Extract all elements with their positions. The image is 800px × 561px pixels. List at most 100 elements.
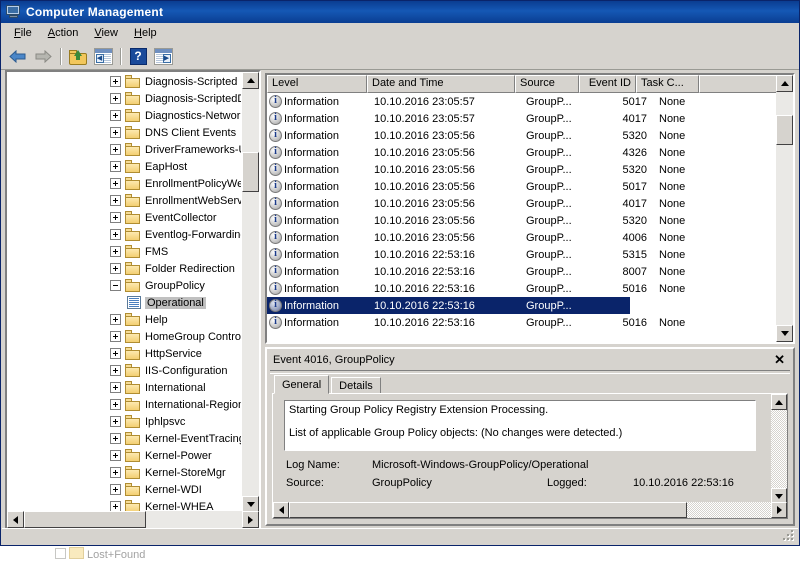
expander-plus-icon[interactable]	[110, 382, 121, 393]
tree-item-enrollmentpolicyweb[interactable]: EnrollmentPolicyWeb	[7, 175, 241, 192]
tree-item-enrollmentwebservic[interactable]: EnrollmentWebServic	[7, 192, 241, 209]
tree-horizontal-scrollbar[interactable]	[7, 511, 259, 528]
tree-scroll-thumb[interactable]	[242, 152, 259, 192]
menu-item-view[interactable]: View	[86, 25, 126, 41]
expander-plus-icon[interactable]	[110, 416, 121, 427]
expander-plus-icon[interactable]	[110, 93, 121, 104]
tree-item-help[interactable]: Help	[7, 311, 241, 328]
console-tree-pane[interactable]: Diagnosis-Scripted Diagnosis-ScriptedDi …	[5, 70, 261, 530]
tree-item-iis-configuration[interactable]: IIS-Configuration	[7, 362, 241, 379]
tree-item-eventlog-forwarding[interactable]: Eventlog-Forwarding	[7, 226, 241, 243]
tree-item-diagnostics-network[interactable]: Diagnostics-Network	[7, 107, 241, 124]
back-button[interactable]	[6, 46, 30, 68]
tree-scroll-track[interactable]	[242, 89, 259, 496]
tree-item-eventcollector[interactable]: EventCollector	[7, 209, 241, 226]
detail-horizontal-scrollbar[interactable]	[273, 502, 787, 518]
table-row[interactable]: Information 10.10.2016 23:05:56 GroupP..…	[267, 229, 778, 246]
help-button[interactable]: ?	[126, 46, 150, 68]
table-row[interactable]: Information 10.10.2016 22:53:16 GroupP..…	[267, 246, 778, 263]
table-row[interactable]: Information 10.10.2016 23:05:57 GroupP..…	[267, 110, 778, 127]
tree-item-international-region[interactable]: International-Region	[7, 396, 241, 413]
tree-scroll-left-button[interactable]	[7, 511, 24, 528]
detail-hscroll-thumb[interactable]	[289, 502, 687, 518]
expander-plus-icon[interactable]	[110, 161, 121, 172]
table-row[interactable]: Information 10.10.2016 22:53:16 GroupP..…	[267, 280, 778, 297]
detail-scroll-track[interactable]	[771, 410, 787, 488]
event-list[interactable]: Level Date and Time Source Event ID Task…	[265, 73, 795, 344]
detail-vertical-scrollbar[interactable]	[771, 394, 787, 504]
table-row[interactable]: Information 10.10.2016 23:05:56 GroupP..…	[267, 127, 778, 144]
close-icon[interactable]: ✕	[772, 354, 787, 366]
detail-scroll-up-button[interactable]	[771, 394, 787, 410]
tree-item-homegroup-control-i[interactable]: HomeGroup Control I	[7, 328, 241, 345]
column-header-level[interactable]: Level	[267, 75, 367, 93]
tree-item-kernel-wdi[interactable]: Kernel-WDI	[7, 481, 241, 498]
tree-hscroll-thumb[interactable]	[24, 511, 146, 528]
expander-plus-icon[interactable]	[110, 433, 121, 444]
expander-plus-icon[interactable]	[110, 110, 121, 121]
forward-button[interactable]	[31, 46, 55, 68]
expander-plus-icon[interactable]	[110, 195, 121, 206]
tree-item-iphlpsvc[interactable]: Iphlpsvc	[7, 413, 241, 430]
event-message-box[interactable]: Starting Group Policy Registry Extension…	[284, 400, 756, 451]
column-header-event-id[interactable]: Event ID	[579, 75, 636, 93]
event-list-vertical-scrollbar[interactable]	[776, 75, 793, 342]
expander-plus-icon[interactable]	[110, 331, 121, 342]
table-row[interactable]: Information 10.10.2016 23:05:56 GroupP..…	[267, 212, 778, 229]
show-hide-console-tree-button[interactable]: ◀	[91, 46, 115, 68]
resize-grip-icon[interactable]	[782, 530, 796, 543]
up-one-level-button[interactable]	[66, 46, 90, 68]
table-row[interactable]: Information 10.10.2016 23:05:56 GroupP..…	[267, 195, 778, 212]
expander-plus-icon[interactable]	[110, 263, 121, 274]
expander-plus-icon[interactable]	[110, 246, 121, 257]
tree-item-kernel-power[interactable]: Kernel-Power	[7, 447, 241, 464]
expander-plus-icon[interactable]	[110, 212, 121, 223]
expander-plus-icon[interactable]	[110, 229, 121, 240]
menu-item-action[interactable]: Action	[40, 25, 87, 41]
tree-item-driverframeworks-u[interactable]: DriverFrameworks-U	[7, 141, 241, 158]
expander-plus-icon[interactable]	[110, 144, 121, 155]
menu-item-help[interactable]: Help	[126, 25, 165, 41]
table-row[interactable]: Information 10.10.2016 23:05:57 GroupP..…	[267, 93, 778, 110]
expander-plus-icon[interactable]	[110, 467, 121, 478]
tab-general[interactable]: General	[274, 375, 329, 394]
tree-item-dns-client-events[interactable]: DNS Client Events	[7, 124, 241, 141]
tree-item-operational[interactable]: Operational	[7, 294, 241, 311]
event-scroll-down-button[interactable]	[776, 325, 793, 342]
expander-plus-icon[interactable]	[110, 399, 121, 410]
menu-item-file[interactable]: File	[6, 25, 40, 41]
event-scroll-up-button[interactable]	[776, 75, 793, 92]
column-header-task-category[interactable]: Task C...	[636, 75, 699, 93]
expander-plus-icon[interactable]	[110, 76, 121, 87]
tree-item-grouppolicy[interactable]: GroupPolicy	[7, 277, 241, 294]
column-header-filler[interactable]	[699, 75, 778, 93]
column-header-date-and-time[interactable]: Date and Time	[367, 75, 515, 93]
table-row[interactable]: Information 10.10.2016 23:05:56 GroupP..…	[267, 178, 778, 195]
table-row[interactable]: Information 10.10.2016 23:05:56 GroupP..…	[267, 144, 778, 161]
tree-item-fms[interactable]: FMS	[7, 243, 241, 260]
expander-plus-icon[interactable]	[110, 314, 121, 325]
expander-plus-icon[interactable]	[110, 348, 121, 359]
expander-plus-icon[interactable]	[110, 450, 121, 461]
tree-item-folder-redirection[interactable]: Folder Redirection	[7, 260, 241, 277]
tree-item-diagnosis-scripteddi[interactable]: Diagnosis-ScriptedDi	[7, 90, 241, 107]
title-bar[interactable]: Computer Management	[1, 1, 799, 23]
tab-details[interactable]: Details	[331, 377, 381, 394]
tree-item-kernel-eventtracing[interactable]: Kernel-EventTracing	[7, 430, 241, 447]
tree-item-eaphost[interactable]: EapHost	[7, 158, 241, 175]
expander-plus-icon[interactable]	[110, 484, 121, 495]
event-scroll-thumb[interactable]	[776, 115, 793, 145]
tree-item-kernel-storemgr[interactable]: Kernel-StoreMgr	[7, 464, 241, 481]
table-row-selected[interactable]: Information 10.10.2016 22:53:16 GroupP..…	[267, 297, 630, 314]
table-row[interactable]: Information 10.10.2016 22:53:16 GroupP..…	[267, 314, 778, 329]
properties-button[interactable]: ▶	[151, 46, 175, 68]
tree-vertical-scrollbar[interactable]	[242, 72, 259, 513]
expander-plus-icon[interactable]	[110, 365, 121, 376]
tree-item-httpservice[interactable]: HttpService	[7, 345, 241, 362]
expander-minus-icon[interactable]	[110, 280, 121, 291]
tree-item-international[interactable]: International	[7, 379, 241, 396]
detail-scroll-right-button[interactable]	[771, 502, 787, 518]
tree-scroll-right-button[interactable]	[242, 511, 259, 528]
table-row[interactable]: Information 10.10.2016 22:53:16 GroupP..…	[267, 263, 778, 280]
table-row[interactable]: Information 10.10.2016 23:05:56 GroupP..…	[267, 161, 778, 178]
